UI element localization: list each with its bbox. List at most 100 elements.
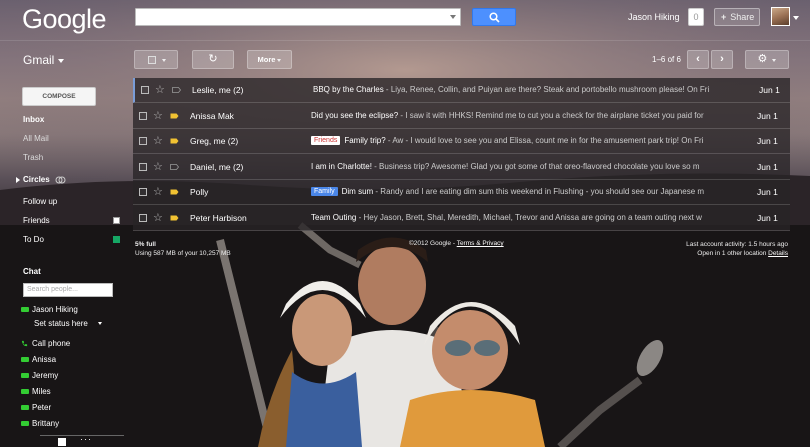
gmail-product-menu[interactable]: Gmail	[23, 53, 65, 67]
older-button[interactable]: ›	[711, 50, 733, 69]
search-input[interactable]	[135, 8, 461, 26]
nav-item-circles[interactable]: Circles	[23, 175, 66, 184]
compose-button[interactable]: COMPOSE	[22, 87, 96, 106]
nav-item-follow-up[interactable]: Follow up	[23, 197, 57, 206]
star-icon[interactable]: ☆	[153, 160, 163, 173]
star-icon[interactable]: ☆	[153, 134, 163, 147]
table-row[interactable]: ☆ Polly Family Dim sum - Randy and I are ea…	[133, 180, 790, 205]
message-list: ☆ Leslie, me (2) BBQ by the Charles - Liya…	[133, 78, 790, 231]
message-date: Jun 1	[759, 85, 780, 95]
chat-contact[interactable]: Brittany	[21, 419, 59, 428]
chat-contact-name: Jeremy	[32, 371, 59, 380]
chat-window-icon[interactable]	[58, 438, 66, 446]
table-row[interactable]: ☆ Anissa Mak Did you see the eclipse? - I …	[133, 104, 790, 129]
status-selector[interactable]: Set status here	[34, 319, 102, 328]
nav-item-trash[interactable]: Trash	[23, 153, 43, 162]
chat-self-name: Jason Hiking	[32, 305, 78, 314]
newer-button[interactable]: ‹	[687, 50, 709, 69]
copyright: ©2012 Google - Terms & Privacy	[409, 240, 504, 247]
storage-quota: 5% full Using 587 MB of your 10,257 MB	[135, 240, 231, 258]
star-icon[interactable]: ☆	[153, 185, 163, 198]
more-button[interactable]: More	[247, 50, 292, 69]
gmail-menu-label: Gmail	[23, 53, 55, 67]
google-logo[interactable]: Google	[22, 4, 107, 35]
search-options-chevron-icon[interactable]	[450, 15, 456, 19]
message-subject-snippet: Family Dim sum - Randy and I are eating d…	[311, 187, 723, 199]
quota-detail: Using 587 MB of your 10,257 MB	[135, 250, 231, 257]
notifications-count-button[interactable]: 0	[688, 8, 704, 26]
search-icon	[489, 12, 500, 23]
message-date: Jun 1	[757, 212, 778, 223]
chat-contact[interactable]: Jeremy	[21, 371, 58, 380]
pagination-count: 1–6 of 6	[652, 55, 681, 64]
message-sender: Leslie, me (2)	[192, 85, 244, 95]
table-row[interactable]: ☆ Peter Harbison Team Outing - Hey Jason, …	[133, 206, 790, 231]
select-all-button[interactable]	[134, 50, 178, 69]
chat-contact-name: Miles	[32, 387, 51, 396]
chat-self-row[interactable]: Jason Hiking	[21, 305, 78, 314]
video-camera-icon	[21, 357, 29, 363]
message-date: Jun 1	[757, 136, 778, 146]
table-row[interactable]: ☆ Leslie, me (2) BBQ by the Charles - Liya…	[133, 78, 790, 103]
refresh-button[interactable]: ↻	[192, 50, 234, 69]
star-icon[interactable]: ☆	[155, 83, 165, 96]
row-checkbox[interactable]	[139, 188, 147, 196]
chevron-down-icon	[58, 58, 65, 63]
nav-item-all-mail[interactable]: All Mail	[23, 134, 49, 143]
subject-text: I am in Charlotte!	[311, 161, 372, 171]
message-sender: Peter Harbison	[190, 212, 247, 223]
chat-contact[interactable]: Miles	[21, 387, 51, 396]
subject-text: Did you see the eclipse?	[311, 110, 399, 120]
share-button[interactable]: + Share	[714, 8, 760, 26]
nav-item-inbox[interactable]: Inbox	[23, 115, 44, 124]
label-tag[interactable]: Family	[311, 187, 338, 196]
row-checkbox[interactable]	[141, 86, 149, 94]
importance-marker-icon[interactable]	[170, 163, 179, 170]
more-options-icon[interactable]: ···	[80, 434, 92, 444]
importance-marker-icon[interactable]	[172, 87, 181, 93]
other-location-text: Open in 1 other location	[697, 250, 769, 257]
avatar[interactable]	[771, 7, 790, 26]
importance-marker-icon[interactable]	[170, 138, 179, 144]
importance-marker-icon[interactable]	[170, 189, 179, 195]
row-checkbox[interactable]	[139, 137, 147, 145]
toolbar: Gmail ↻ More 1–6 of 6 ‹ › ⚙	[0, 40, 810, 78]
friends-label-color-swatch[interactable]	[113, 217, 120, 224]
nav-item-to-do[interactable]: To Do	[23, 235, 44, 244]
message-subject-snippet: BBQ by the Charles - Liya, Renee, Collin…	[313, 85, 725, 97]
settings-button[interactable]: ⚙	[745, 50, 789, 69]
copyright-text: ©2012 Google -	[409, 240, 457, 247]
importance-marker-icon[interactable]	[170, 215, 179, 221]
people-search-input[interactable]: Search people...	[23, 283, 113, 297]
chat-contact[interactable]: Anissa	[21, 355, 56, 364]
account-name-link[interactable]: Jason Hiking	[628, 12, 680, 22]
star-icon[interactable]: ☆	[153, 109, 163, 122]
terms-privacy-link[interactable]: Terms & Privacy	[457, 240, 504, 247]
todo-label-color-swatch[interactable]	[113, 236, 120, 243]
call-phone-link[interactable]: Call phone	[21, 339, 70, 348]
chat-contact-name: Peter	[32, 403, 52, 412]
table-row[interactable]: ☆ Greg, me (2) Friends Family trip? - Aw - …	[133, 129, 790, 154]
subject-text: Family trip?	[344, 136, 386, 145]
snippet-text: - I saw it with HHKS! Remind me to cut y…	[398, 110, 704, 120]
nav-item-friends[interactable]: Friends	[23, 216, 50, 225]
chat-heading[interactable]: Chat	[23, 267, 41, 276]
expand-arrow-icon[interactable]	[16, 177, 20, 183]
table-row[interactable]: ☆ Daniel, me (2) I am in Charlotte! - Busi…	[133, 155, 790, 180]
more-label: More	[257, 55, 276, 64]
chat-contact[interactable]: Peter	[21, 403, 51, 412]
row-checkbox[interactable]	[139, 213, 147, 222]
label-tag[interactable]: Friends	[311, 136, 341, 145]
chevron-down-icon	[162, 59, 166, 62]
account-chevron-down-icon[interactable]	[793, 16, 799, 20]
search-button[interactable]	[472, 8, 516, 26]
star-icon[interactable]: ☆	[153, 211, 163, 224]
chevron-down-icon	[277, 58, 282, 62]
details-link[interactable]: Details	[768, 250, 788, 257]
message-subject-snippet: I am in Charlotte! - Business trip? Awes…	[311, 162, 723, 174]
message-date: Jun 1	[757, 161, 778, 172]
importance-marker-icon[interactable]	[170, 113, 179, 119]
video-camera-icon	[21, 405, 29, 411]
row-checkbox[interactable]	[139, 111, 147, 120]
row-checkbox[interactable]	[139, 162, 147, 171]
